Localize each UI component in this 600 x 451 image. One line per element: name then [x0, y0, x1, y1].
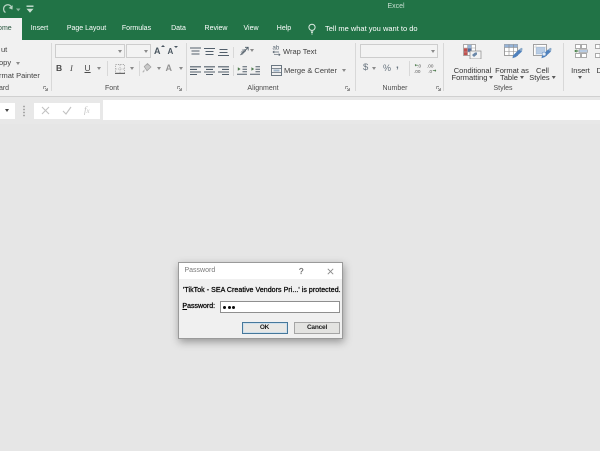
svg-text:ab: ab [273, 46, 280, 52]
svg-text:.0: .0 [428, 69, 432, 73]
svg-text:.00: .00 [414, 69, 421, 73]
